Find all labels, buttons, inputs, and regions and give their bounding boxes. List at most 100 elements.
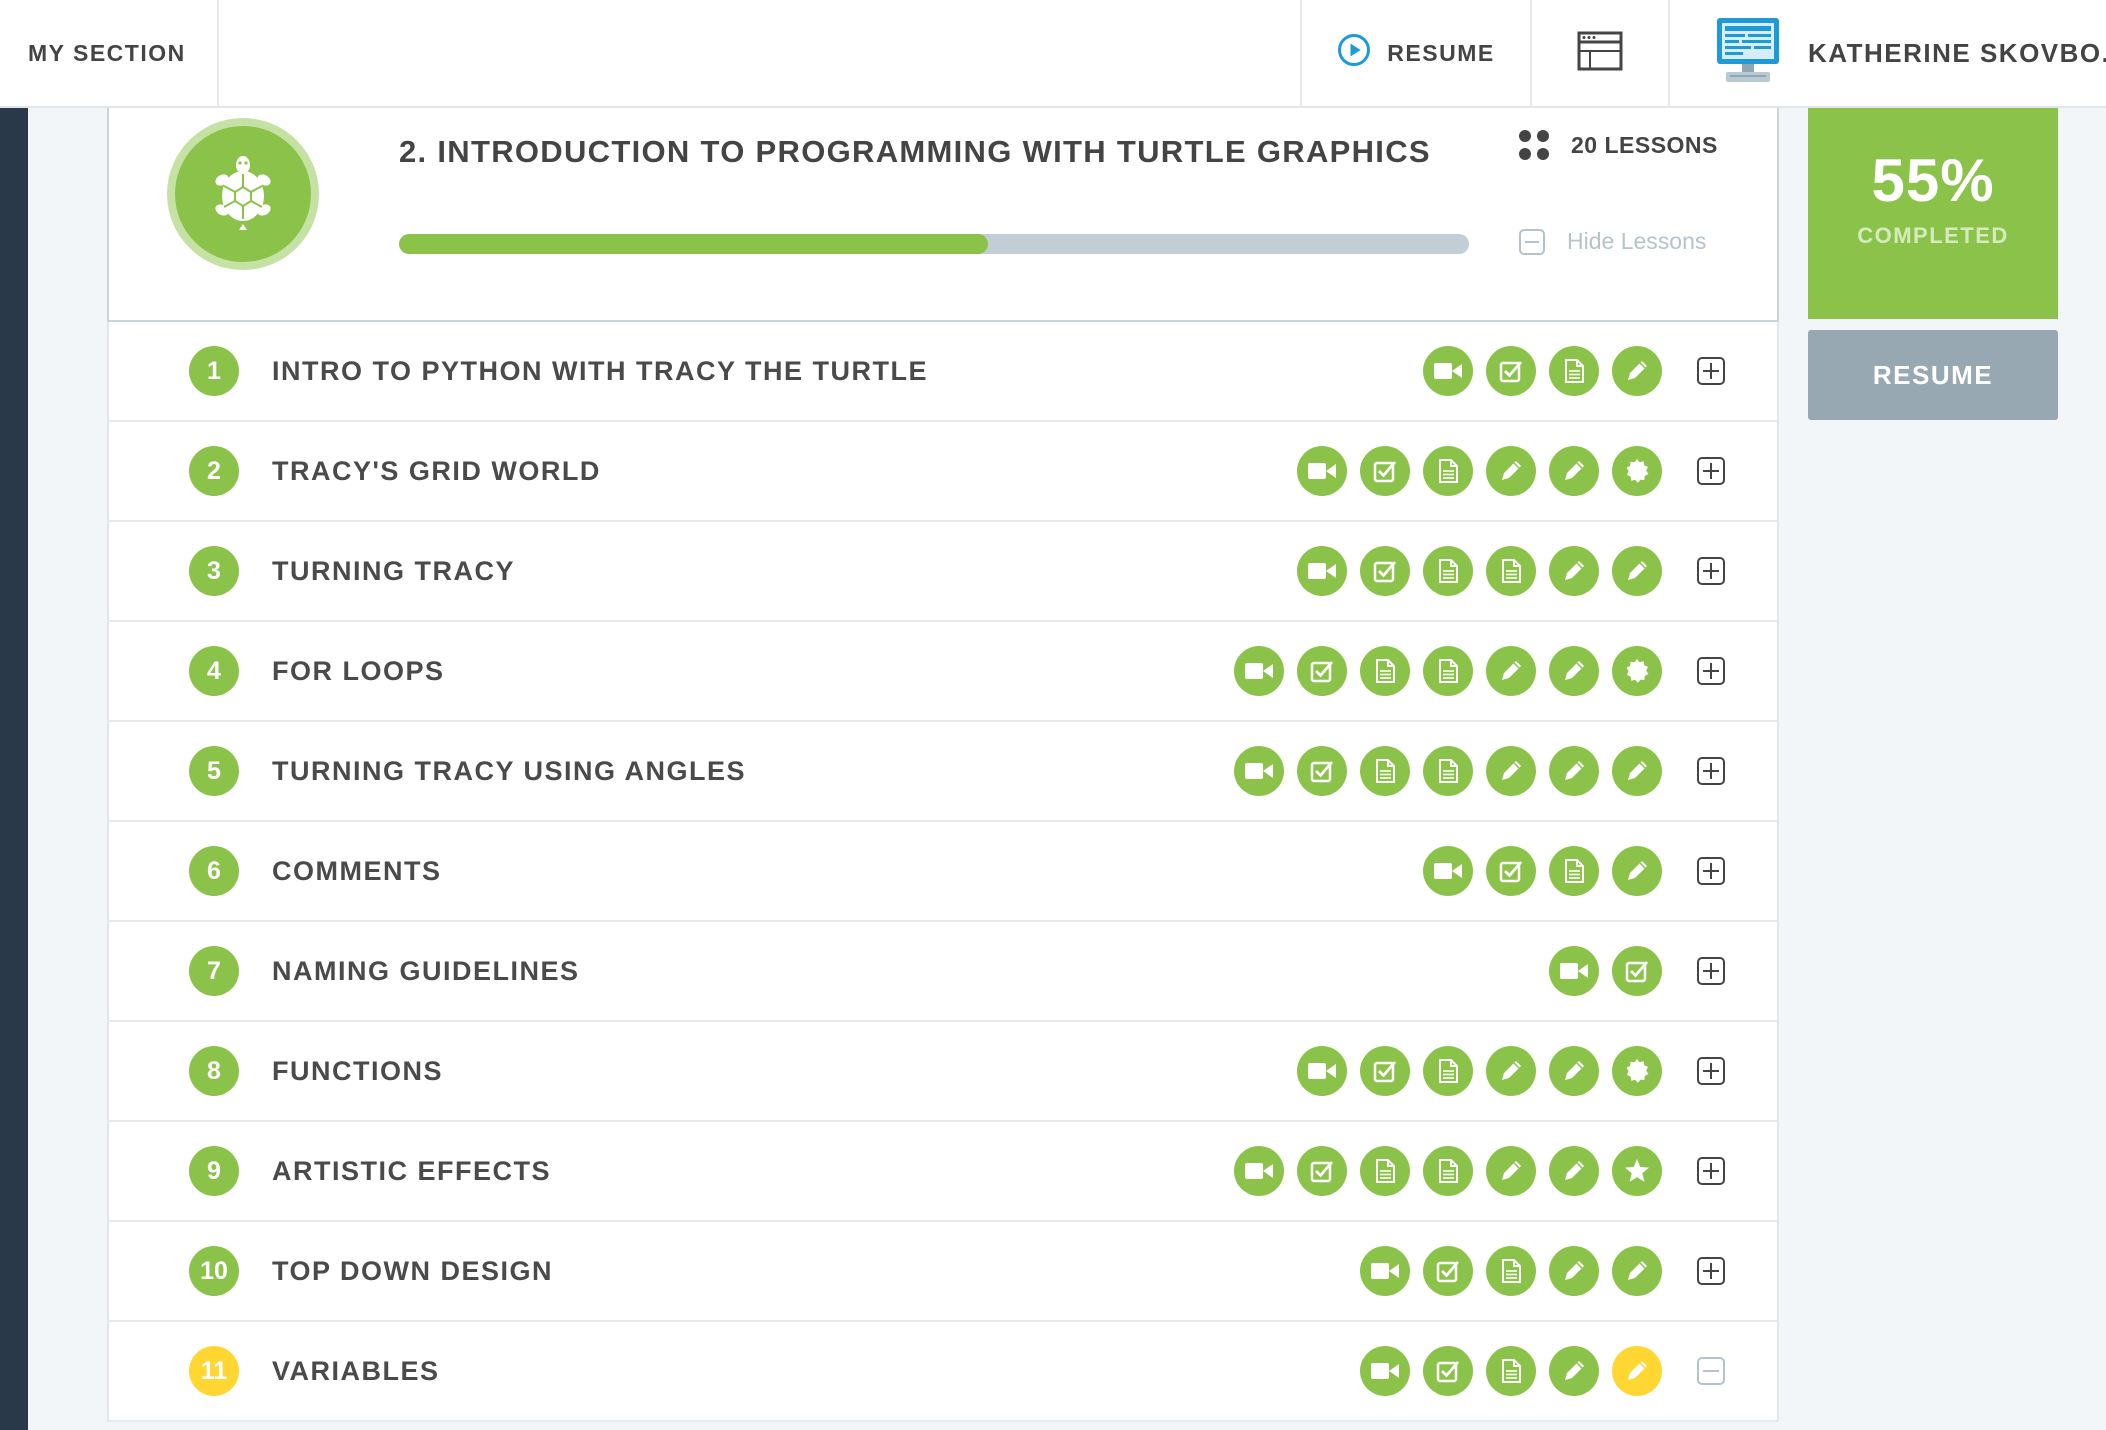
expand-lesson-icon[interactable] — [1697, 557, 1725, 585]
expand-lesson-icon[interactable] — [1697, 1057, 1725, 1085]
expand-lesson-icon[interactable] — [1697, 857, 1725, 885]
quiz-check-icon[interactable] — [1360, 446, 1410, 496]
collapse-lesson-icon[interactable] — [1697, 1357, 1725, 1385]
lesson-row[interactable]: 1 INTRO TO PYTHON WITH TRACY THE TURTLE — [109, 322, 1777, 422]
user-menu[interactable]: KATHERINE SKOVBO... — [1668, 0, 2106, 106]
expand-lesson-icon[interactable] — [1697, 1257, 1725, 1285]
pencil-icon[interactable] — [1549, 1246, 1599, 1296]
quiz-check-icon[interactable] — [1612, 946, 1662, 996]
video-icon[interactable] — [1549, 946, 1599, 996]
document-icon[interactable] — [1360, 646, 1410, 696]
quiz-check-icon[interactable] — [1297, 746, 1347, 796]
video-icon[interactable] — [1360, 1246, 1410, 1296]
video-icon[interactable] — [1423, 346, 1473, 396]
pencil-icon[interactable] — [1549, 646, 1599, 696]
lesson-title[interactable]: COMMENTS — [272, 856, 442, 887]
lesson-title[interactable]: INTRO TO PYTHON WITH TRACY THE TURTLE — [272, 356, 928, 387]
pencil-icon[interactable] — [1486, 646, 1536, 696]
pencil-icon[interactable] — [1612, 1346, 1662, 1396]
document-icon[interactable] — [1360, 746, 1410, 796]
document-icon[interactable] — [1423, 1046, 1473, 1096]
video-icon[interactable] — [1234, 646, 1284, 696]
topbar-resume-button[interactable]: RESUME — [1300, 0, 1530, 106]
resume-button[interactable]: RESUME — [1808, 330, 2058, 420]
lesson-title[interactable]: TURNING TRACY — [272, 556, 515, 587]
pencil-icon[interactable] — [1612, 1246, 1662, 1296]
document-icon[interactable] — [1423, 1146, 1473, 1196]
quiz-check-icon[interactable] — [1297, 646, 1347, 696]
pencil-icon[interactable] — [1549, 546, 1599, 596]
user-avatar-computer-icon — [1712, 14, 1784, 93]
lesson-row[interactable]: 10 TOP DOWN DESIGN — [109, 1222, 1777, 1322]
pencil-icon[interactable] — [1612, 346, 1662, 396]
badge-icon[interactable] — [1612, 446, 1662, 496]
document-icon[interactable] — [1549, 346, 1599, 396]
document-icon[interactable] — [1486, 546, 1536, 596]
expand-lesson-icon[interactable] — [1697, 357, 1725, 385]
quiz-check-icon[interactable] — [1297, 1146, 1347, 1196]
lesson-title[interactable]: ARTISTIC EFFECTS — [272, 1156, 551, 1187]
lesson-title[interactable]: FUNCTIONS — [272, 1056, 443, 1087]
document-icon[interactable] — [1423, 546, 1473, 596]
pencil-icon[interactable] — [1549, 446, 1599, 496]
lesson-row[interactable]: 7 NAMING GUIDELINES — [109, 922, 1777, 1022]
lesson-title[interactable]: FOR LOOPS — [272, 656, 445, 687]
pencil-icon[interactable] — [1549, 746, 1599, 796]
video-icon[interactable] — [1297, 1046, 1347, 1096]
lesson-title[interactable]: TRACY'S GRID WORLD — [272, 456, 601, 487]
lesson-title[interactable]: NAMING GUIDELINES — [272, 956, 580, 987]
quiz-check-icon[interactable] — [1423, 1346, 1473, 1396]
document-icon[interactable] — [1549, 846, 1599, 896]
pencil-icon[interactable] — [1612, 846, 1662, 896]
pencil-icon[interactable] — [1612, 546, 1662, 596]
quiz-check-icon[interactable] — [1360, 1046, 1410, 1096]
pencil-icon[interactable] — [1612, 746, 1662, 796]
lesson-row[interactable]: 8 FUNCTIONS — [109, 1022, 1777, 1122]
pencil-icon[interactable] — [1486, 1146, 1536, 1196]
lesson-row[interactable]: 5 TURNING TRACY USING ANGLES — [109, 722, 1777, 822]
star-icon[interactable] — [1612, 1146, 1662, 1196]
lesson-title[interactable]: TOP DOWN DESIGN — [272, 1256, 553, 1287]
video-icon[interactable] — [1297, 446, 1347, 496]
window-view-button[interactable] — [1530, 0, 1668, 106]
pencil-icon[interactable] — [1486, 446, 1536, 496]
video-icon[interactable] — [1297, 546, 1347, 596]
expand-lesson-icon[interactable] — [1697, 657, 1725, 685]
lesson-row[interactable]: 2 TRACY'S GRID WORLD — [109, 422, 1777, 522]
document-icon[interactable] — [1423, 646, 1473, 696]
pencil-icon[interactable] — [1549, 1346, 1599, 1396]
pencil-icon[interactable] — [1549, 1046, 1599, 1096]
quiz-check-icon[interactable] — [1360, 546, 1410, 596]
badge-icon[interactable] — [1612, 1046, 1662, 1096]
document-icon[interactable] — [1360, 1146, 1410, 1196]
expand-lesson-icon[interactable] — [1697, 957, 1725, 985]
expand-lesson-icon[interactable] — [1697, 1157, 1725, 1185]
video-icon[interactable] — [1234, 746, 1284, 796]
video-icon[interactable] — [1360, 1346, 1410, 1396]
document-icon[interactable] — [1486, 1246, 1536, 1296]
lesson-row[interactable]: 9 ARTISTIC EFFECTS — [109, 1122, 1777, 1222]
lesson-row[interactable]: 11 VARIABLES — [109, 1322, 1777, 1422]
pencil-icon[interactable] — [1486, 746, 1536, 796]
quiz-check-icon[interactable] — [1423, 1246, 1473, 1296]
hide-lessons-toggle[interactable]: Hide Lessons — [1519, 228, 1706, 255]
expand-lesson-icon[interactable] — [1697, 457, 1725, 485]
video-icon[interactable] — [1423, 846, 1473, 896]
lesson-title[interactable]: VARIABLES — [272, 1356, 440, 1387]
document-icon[interactable] — [1423, 446, 1473, 496]
lesson-row[interactable]: 3 TURNING TRACY — [109, 522, 1777, 622]
expand-lesson-icon[interactable] — [1697, 757, 1725, 785]
pencil-icon[interactable] — [1549, 1146, 1599, 1196]
badge-icon[interactable] — [1612, 646, 1662, 696]
lesson-title[interactable]: TURNING TRACY USING ANGLES — [272, 756, 746, 787]
lesson-row[interactable]: 6 COMMENTS — [109, 822, 1777, 922]
document-icon[interactable] — [1486, 1346, 1536, 1396]
module-progress-bar — [399, 234, 1469, 254]
quiz-check-icon[interactable] — [1486, 346, 1536, 396]
quiz-check-icon[interactable] — [1486, 846, 1536, 896]
lesson-row[interactable]: 4 FOR LOOPS — [109, 622, 1777, 722]
video-icon[interactable] — [1234, 1146, 1284, 1196]
document-icon[interactable] — [1423, 746, 1473, 796]
pencil-icon[interactable] — [1486, 1046, 1536, 1096]
my-section-link[interactable]: MY SECTION — [0, 0, 219, 106]
